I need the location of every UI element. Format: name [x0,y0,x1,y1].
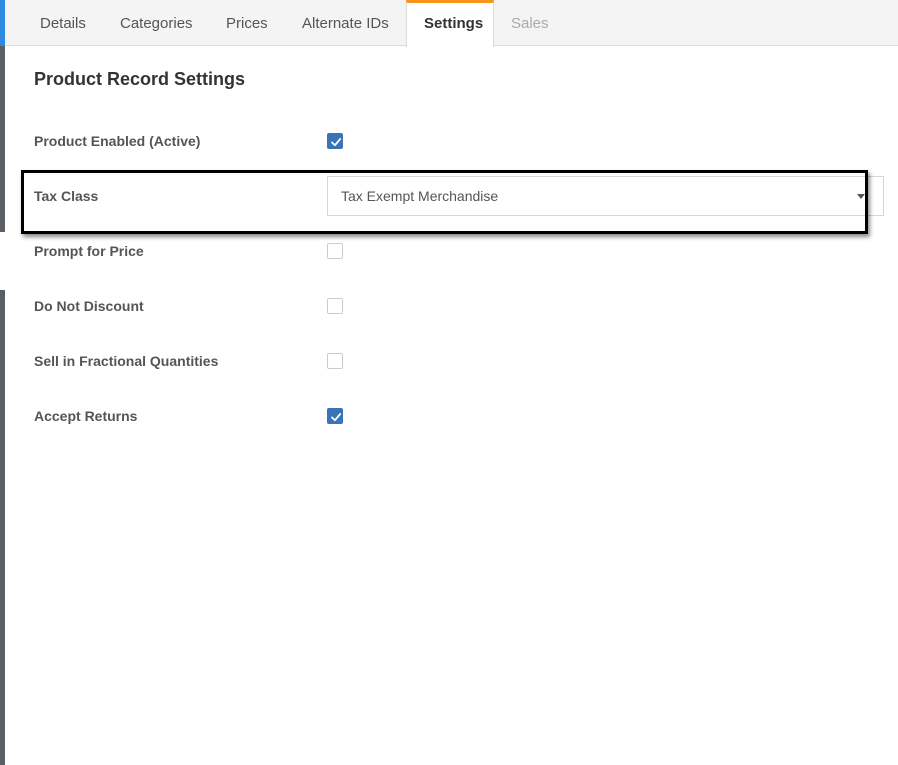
left-edge-gap [0,232,5,290]
sell-fractional-label: Sell in Fractional Quantities [34,353,219,369]
tab-categories[interactable]: Categories [103,0,210,46]
tax-class-label: Tax Class [34,188,99,204]
tab-sales[interactable]: Sales [494,0,566,46]
section-title: Product Record Settings [34,69,246,89]
accept-returns-label: Accept Returns [34,408,138,424]
tab-alternate-ids[interactable]: Alternate IDs [285,0,406,46]
checkmark-icon [331,138,342,147]
accept-returns-checkbox[interactable] [327,408,343,424]
do-not-discount-checkbox[interactable] [327,298,343,314]
tab-prices[interactable]: Prices [209,0,285,46]
chevron-down-icon [857,194,865,199]
checkmark-icon [331,413,342,422]
tax-class-select[interactable]: Tax Exempt Merchandise [327,176,884,216]
prompt-for-price-label: Prompt for Price [34,243,144,259]
prompt-for-price-checkbox[interactable] [327,243,343,259]
do-not-discount-label: Do Not Discount [34,298,144,314]
product-enabled-checkbox[interactable] [327,133,343,149]
tax-class-value: Tax Exempt Merchandise [341,188,499,204]
tab-settings[interactable]: Settings [406,0,494,47]
sell-fractional-checkbox[interactable] [327,353,343,369]
tab-bar: Details Categories Prices Alternate IDs … [5,0,898,47]
product-enabled-label: Product Enabled (Active) [34,133,201,149]
left-edge-bar [0,0,5,765]
tab-details[interactable]: Details [23,0,103,46]
